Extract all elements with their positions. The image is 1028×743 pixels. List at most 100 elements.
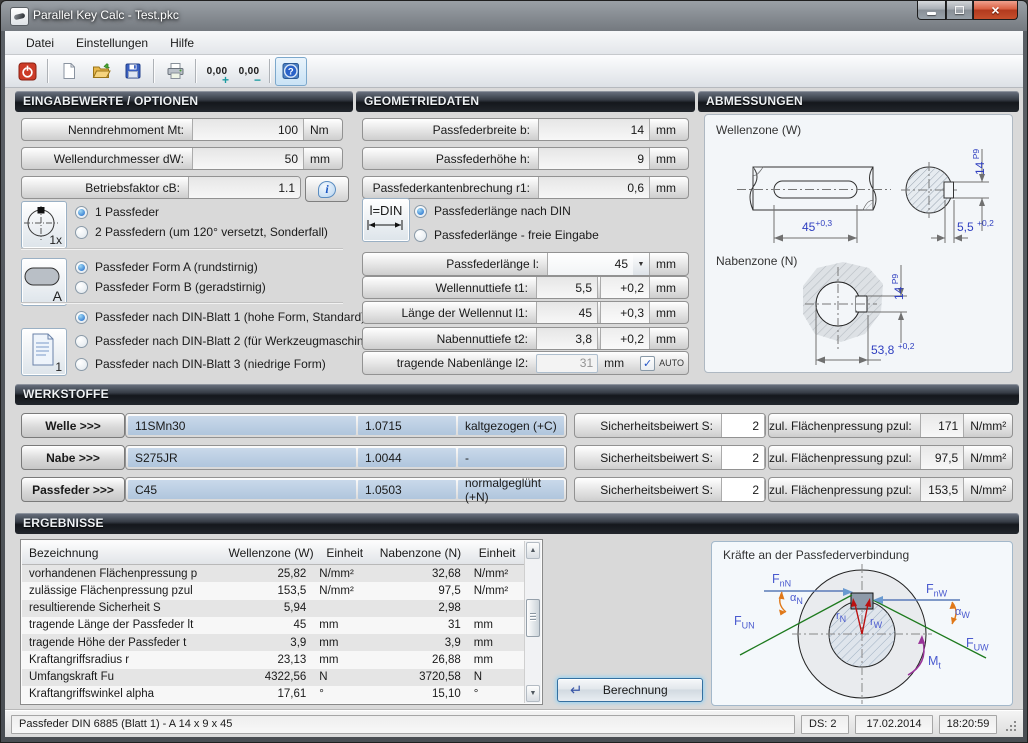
nenndrehmoment-input[interactable]: 100: [192, 119, 304, 140]
toolbar-separator: [269, 59, 271, 83]
label-rn: rN: [836, 610, 846, 624]
toolbar: 0,00 + 0,00 − ?: [5, 55, 1023, 88]
svg-text:?: ?: [288, 66, 294, 77]
client-area: Datei Einstellungen Hilfe: [5, 31, 1023, 737]
laenge-din-icon: l=DIN: [362, 198, 410, 242]
field-label: Wellendurchmesser dW:: [22, 152, 192, 166]
status-date: 17.02.2014: [855, 715, 933, 734]
wellendurchmesser-input[interactable]: 50: [192, 148, 304, 169]
material-number: 1.0715: [358, 416, 456, 435]
printer-icon: [166, 62, 185, 80]
radio-icon: [75, 261, 88, 274]
passfeder-material-button[interactable]: Passfeder >>>: [21, 477, 125, 502]
passfeder-s-input[interactable]: 2: [721, 478, 765, 501]
wellennuttiefe-value: 5,5: [536, 277, 598, 298]
resize-grip[interactable]: [1003, 716, 1017, 732]
statusbar: Passfeder DIN 6885 (Blatt 1) - A 14 x 9 …: [5, 710, 1023, 737]
save-button[interactable]: [117, 57, 149, 86]
new-document-icon: [60, 62, 78, 80]
material-name: C45: [128, 480, 356, 499]
toolbar-separator: [153, 59, 155, 83]
icon-label: l=DIN: [363, 199, 409, 218]
scroll-down-icon[interactable]: ▼: [526, 685, 540, 702]
radio-din-blatt-1[interactable]: Passfeder nach DIN-Blatt 1 (hohe Form, S…: [75, 309, 365, 325]
table-row: Kraftangriffswinkel alpha17,61°15,10°: [22, 686, 524, 703]
close-button[interactable]: ×: [973, 1, 1018, 20]
material-treatment: normalgeglüht (+N): [458, 480, 564, 499]
menu-hilfe[interactable]: Hilfe: [159, 33, 205, 53]
radio-form-a[interactable]: Passfeder Form A (rundstirnig): [75, 259, 258, 275]
radio-form-b[interactable]: Passfeder Form B (geradstirnig): [75, 279, 266, 295]
menu-datei[interactable]: Datei: [15, 33, 65, 53]
separator: [21, 302, 343, 304]
decimal-decrease-button[interactable]: 0,00 −: [233, 57, 265, 86]
nabe-material-button[interactable]: Nabe >>>: [21, 445, 125, 470]
betriebsfaktor-input[interactable]: 1.1: [188, 177, 300, 198]
open-file-button[interactable]: [85, 57, 117, 86]
table-row: tragende Höhe der Passfeder t3,9mm3,9mm: [22, 634, 524, 651]
new-file-button[interactable]: [53, 57, 85, 86]
kantenbrechung-input: 0,6: [538, 177, 650, 198]
scrollbar-thumb[interactable]: [526, 599, 540, 637]
help-button[interactable]: ?: [275, 57, 307, 86]
panel-abmessungen: ABMESSUNGEN: [698, 91, 1019, 378]
field-label: Länge der Wellennut l1:: [363, 306, 536, 320]
col-bezeichnung: Bezeichnung: [22, 546, 223, 560]
radio-label: Passfeder nach DIN-Blatt 1 (hohe Form, S…: [95, 310, 365, 324]
panel-ergebnisse: ERGEBNISSE Bezeichnung Wellenzone (W) Ei…: [15, 513, 1019, 709]
field-unit: N/mm²: [964, 419, 1012, 433]
auto-checkbox[interactable]: ✓: [640, 356, 655, 371]
radio-2-passfedern[interactable]: 2 Passfedern (um 120° versetzt, Sonderfa…: [75, 224, 328, 240]
welle-material-row: 11SMn30 1.0715 kaltgezogen (+C): [125, 413, 567, 438]
maximize-icon: [955, 6, 964, 14]
field-unit: mm: [650, 152, 688, 166]
welle-s-input[interactable]: 2: [721, 414, 765, 437]
table-scrollbar[interactable]: ▲ ▼: [524, 541, 541, 703]
passfeder-count-icon: 1x: [21, 201, 67, 249]
radio-icon: [75, 281, 88, 294]
field-wellennuttiefe: Wellennuttiefe t1: 5,5 +0,2 mm: [362, 276, 689, 299]
field-label: Sicherheitsbeiwert S:: [575, 483, 721, 497]
radio-label: Passfeder nach DIN-Blatt 3 (niedrige For…: [95, 357, 326, 371]
material-treatment: -: [458, 448, 564, 467]
label-fnw: FnW: [926, 582, 947, 599]
label-fnn: FnN: [772, 572, 791, 589]
berechnung-label: Berechnung: [599, 683, 702, 697]
save-floppy-icon: [124, 62, 142, 80]
field-passfederhoehe: Passfederhöhe h: 9 mm: [362, 147, 689, 170]
field-unit: mm: [650, 181, 688, 195]
radio-laenge-frei[interactable]: Passfederlänge - freie Eingabe: [414, 227, 599, 243]
passfeder-sicherheitsbeiwert: Sicherheitsbeiwert S: 2: [574, 477, 766, 502]
exit-button[interactable]: [11, 57, 43, 86]
nabe-s-input[interactable]: 2: [721, 446, 765, 469]
field-label: Passfederlänge l:: [363, 257, 547, 271]
toolbar-separator: [195, 59, 197, 83]
field-unit: mm: [650, 306, 688, 320]
table-row: zulässige Flächenpressung pzul153,5N/mm²…: [22, 582, 524, 599]
decimal-increase-button[interactable]: 0,00 +: [201, 57, 233, 86]
minimize-button[interactable]: [917, 1, 946, 20]
radio-laenge-din[interactable]: Passfederlänge nach DIN: [414, 203, 571, 219]
radio-din-blatt-3[interactable]: Passfeder nach DIN-Blatt 3 (niedrige For…: [75, 356, 326, 372]
material-treatment: kaltgezogen (+C): [458, 416, 564, 435]
scroll-up-icon[interactable]: ▲: [526, 542, 540, 559]
main-content: EINGABEWERTE / OPTIONEN Nenndrehmoment M…: [5, 88, 1023, 710]
field-unit: N/mm²: [964, 451, 1012, 465]
berechnung-button[interactable]: ↵ Berechnung: [557, 678, 703, 702]
passfederlaenge-input[interactable]: 45: [547, 253, 633, 275]
radio-1-passfeder[interactable]: 1 Passfeder: [75, 204, 159, 220]
betriebsfaktor-info-button[interactable]: i: [305, 176, 349, 202]
material-name: S275JR: [128, 448, 356, 467]
print-button[interactable]: [159, 57, 191, 86]
menu-einstellungen[interactable]: Einstellungen: [65, 33, 159, 53]
field-unit: mm: [598, 356, 630, 370]
radio-din-blatt-2[interactable]: Passfeder nach DIN-Blatt 2 (für Werkzeug…: [75, 333, 381, 349]
radio-label: Passfeder nach DIN-Blatt 2 (für Werkzeug…: [95, 334, 381, 348]
field-wellennut-laenge: Länge der Wellennut l1: 45 +0,3 mm: [362, 301, 689, 324]
material-number: 1.0503: [358, 480, 456, 499]
maximize-button[interactable]: [946, 1, 973, 20]
col-nabenzone: Nabenzone (N): [371, 546, 471, 560]
label-alpha-n: αN: [790, 592, 803, 606]
passfederlaenge-dropdown[interactable]: ▼: [633, 253, 650, 275]
welle-material-button[interactable]: Welle >>>: [21, 413, 125, 438]
